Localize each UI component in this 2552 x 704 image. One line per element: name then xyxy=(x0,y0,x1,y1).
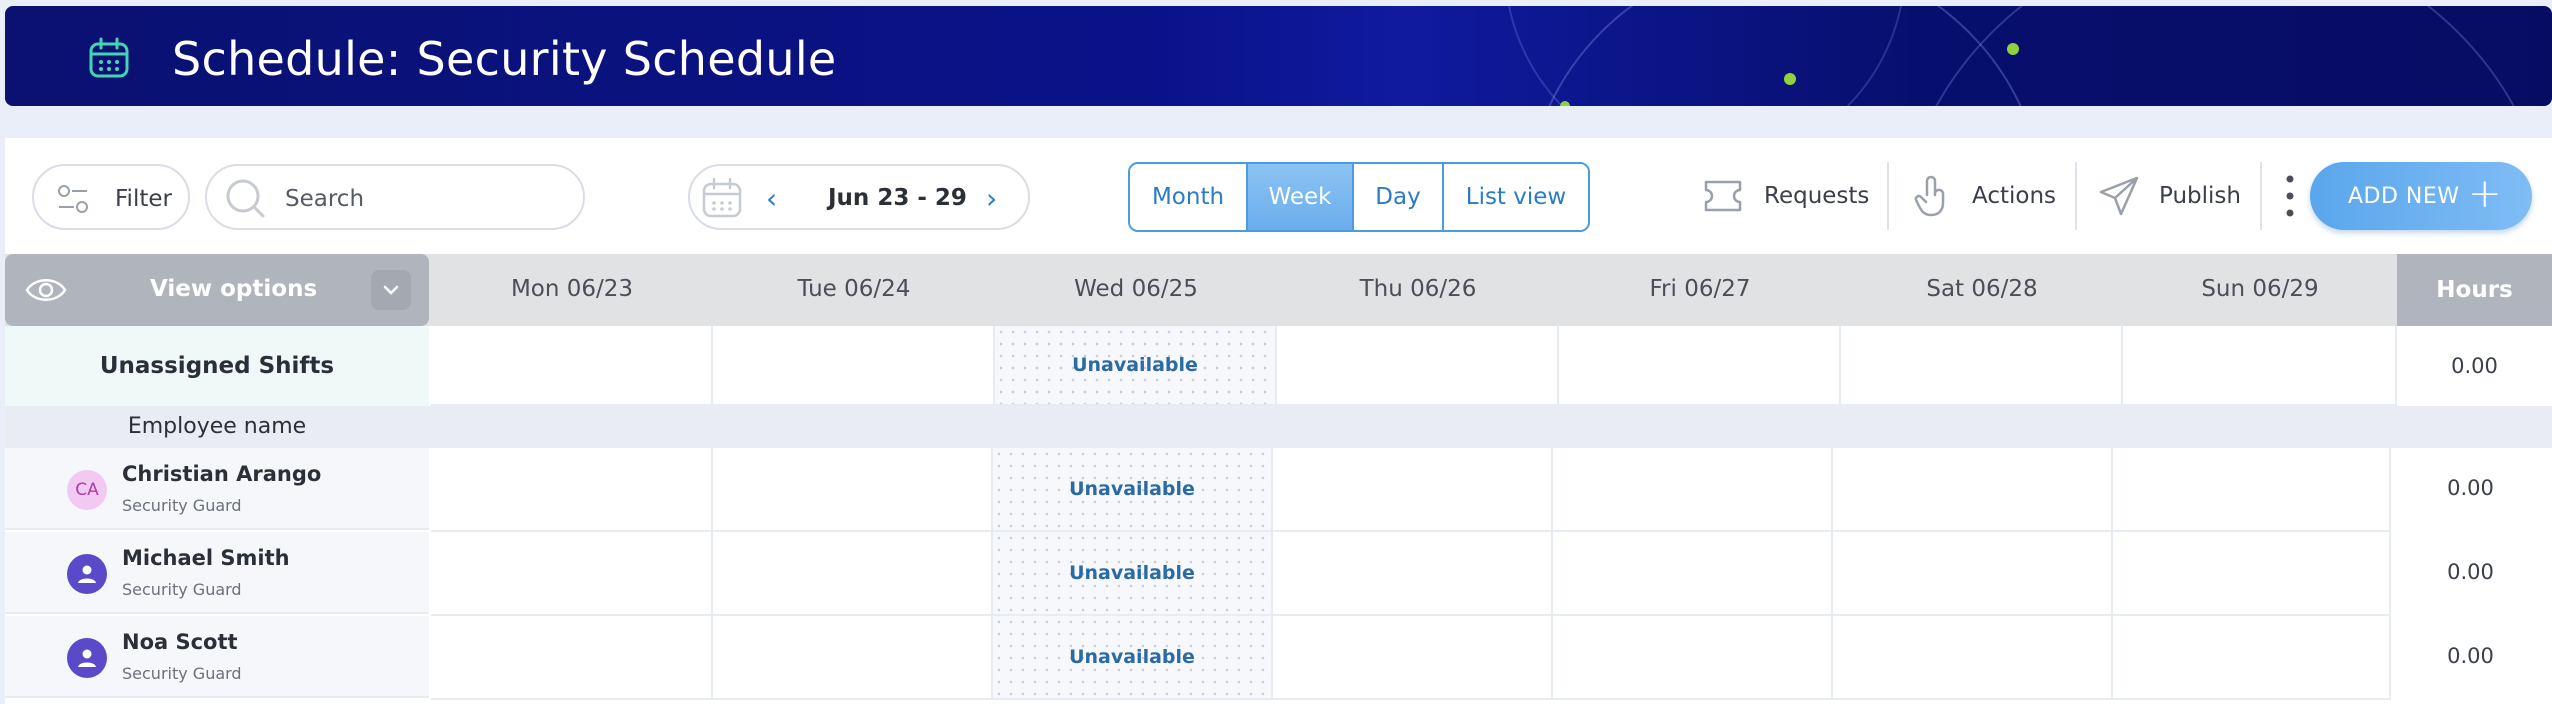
unavailable-cell[interactable]: Unavailable xyxy=(993,448,1273,532)
view-month-button[interactable]: Month xyxy=(1130,164,1248,230)
plus-icon: + xyxy=(2467,171,2502,217)
tap-hand-icon xyxy=(1914,175,1945,217)
shift-cell[interactable] xyxy=(2123,326,2397,406)
hours-total: 0.00 xyxy=(2447,644,2494,668)
unavailable-cell[interactable]: Unavailable xyxy=(993,532,1273,616)
shift-cell[interactable] xyxy=(431,532,713,616)
shift-cell[interactable] xyxy=(1833,616,2113,700)
shift-cell[interactable] xyxy=(713,616,993,700)
send-icon xyxy=(2099,176,2139,216)
more-options-icon[interactable] xyxy=(2285,174,2295,218)
view-switcher: Month Week Day List view xyxy=(1128,162,1590,232)
requests-label: Requests xyxy=(1764,183,1870,209)
filter-label: Filter xyxy=(115,186,172,212)
calendar-icon[interactable] xyxy=(700,176,744,220)
date-navigator: ‹ Jun 23 - 29 › xyxy=(688,164,1030,230)
toolbar-divider xyxy=(1887,162,1889,230)
shift-cell[interactable] xyxy=(2113,448,2391,532)
shift-cell[interactable] xyxy=(1833,448,2113,532)
day-header: Sat 06/28 xyxy=(1926,276,2038,302)
employee-role: Security Guard xyxy=(122,664,242,683)
shift-cell[interactable] xyxy=(431,326,713,406)
shift-cell[interactable] xyxy=(1273,532,1553,616)
view-options-dropdown[interactable] xyxy=(371,270,411,310)
day-header: Fri 06/27 xyxy=(1649,276,1751,302)
actions-button[interactable]: Actions xyxy=(1910,166,2056,226)
hours-total: 0.00 xyxy=(2451,354,2498,378)
shift-cell[interactable] xyxy=(1553,616,1833,700)
day-header: Wed 06/25 xyxy=(1074,276,1198,302)
shift-cell[interactable] xyxy=(1273,448,1553,532)
search-input[interactable]: Search xyxy=(205,164,585,230)
shift-cell[interactable] xyxy=(431,448,713,532)
shift-cell[interactable] xyxy=(1273,616,1553,700)
view-options-button[interactable]: View options xyxy=(5,254,429,326)
shift-cell[interactable] xyxy=(1277,326,1559,406)
person-icon xyxy=(67,554,107,594)
employee-row[interactable]: CA Christian Arango Security Guard xyxy=(5,448,429,530)
chevron-down-icon xyxy=(383,285,399,295)
grid-header-row: View options Mon 06/23 Tue 06/24 Wed 06/… xyxy=(5,254,2552,326)
shift-cell[interactable] xyxy=(431,616,713,700)
filter-icon xyxy=(58,185,88,213)
employee-name-header: Employee name xyxy=(127,414,307,439)
shift-cell[interactable] xyxy=(1841,326,2123,406)
employee-name: Christian Arango xyxy=(122,462,322,486)
employee-name: Michael Smith xyxy=(122,546,290,570)
page-header-banner: Schedule: Security Schedule xyxy=(5,6,2552,106)
view-list-button[interactable]: List view xyxy=(1444,164,1588,230)
day-header: Tue 06/24 xyxy=(797,276,911,302)
shift-cell[interactable] xyxy=(1833,532,2113,616)
shift-cell[interactable] xyxy=(713,532,993,616)
employee-name: Noa Scott xyxy=(122,630,238,654)
requests-button[interactable]: Requests xyxy=(1700,166,1869,226)
add-new-label: ADD NEW xyxy=(2348,183,2460,209)
publish-label: Publish xyxy=(2159,183,2241,209)
search-icon xyxy=(226,179,265,218)
shift-cell[interactable] xyxy=(1553,448,1833,532)
shift-cell[interactable] xyxy=(713,326,995,406)
day-header: Mon 06/23 xyxy=(510,276,634,302)
actions-label: Actions xyxy=(1972,183,2057,209)
toolbar-divider xyxy=(2260,162,2262,230)
person-icon xyxy=(67,638,107,678)
shift-cell[interactable] xyxy=(713,448,993,532)
view-options-label: View options xyxy=(150,276,318,302)
date-range-label: Jun 23 - 29 xyxy=(828,185,967,211)
hours-total: 0.00 xyxy=(2447,476,2494,500)
hours-total: 0.00 xyxy=(2447,560,2494,584)
ticket-icon xyxy=(1704,180,1742,212)
eye-icon xyxy=(25,279,67,301)
search-placeholder: Search xyxy=(285,186,365,212)
employee-name-band: Employee name xyxy=(5,406,2552,448)
employee-role: Security Guard xyxy=(122,580,242,599)
publish-button[interactable]: Publish xyxy=(2097,166,2241,226)
view-day-button[interactable]: Day xyxy=(1354,164,1444,230)
shift-cell[interactable] xyxy=(1559,326,1841,406)
unassigned-shifts-label: Unassigned Shifts xyxy=(5,326,429,406)
filter-button[interactable]: Filter xyxy=(32,164,190,230)
toolbar-divider xyxy=(2075,162,2077,230)
day-header: Sun 06/29 xyxy=(2201,276,2319,302)
employee-row[interactable]: Michael Smith Security Guard xyxy=(5,532,429,614)
schedule-grid: View options Mon 06/23 Tue 06/24 Wed 06/… xyxy=(5,254,2552,704)
shift-cell[interactable] xyxy=(2113,616,2391,700)
unavailable-cell[interactable]: Unavailable xyxy=(995,326,1277,406)
chevron-right-icon[interactable]: › xyxy=(986,182,997,215)
day-header: Thu 06/26 xyxy=(1359,276,1477,302)
chevron-left-icon[interactable]: ‹ xyxy=(766,182,777,215)
view-week-button[interactable]: Week xyxy=(1248,164,1354,230)
employee-row[interactable]: Noa Scott Security Guard xyxy=(5,616,429,698)
toolbar: Filter Search ‹ Jun 23 - 29 › Month Week… xyxy=(5,138,2552,254)
unavailable-cell[interactable]: Unavailable xyxy=(993,616,1273,700)
calendar-icon xyxy=(89,37,129,78)
add-new-button[interactable]: ADD NEW + xyxy=(2310,162,2532,230)
shift-cell[interactable] xyxy=(2113,532,2391,616)
employee-role: Security Guard xyxy=(122,496,242,515)
page-title: Schedule: Security Schedule xyxy=(172,32,837,86)
hours-header: Hours xyxy=(2397,254,2552,326)
avatar: CA xyxy=(67,470,107,510)
shift-cell[interactable] xyxy=(1553,532,1833,616)
